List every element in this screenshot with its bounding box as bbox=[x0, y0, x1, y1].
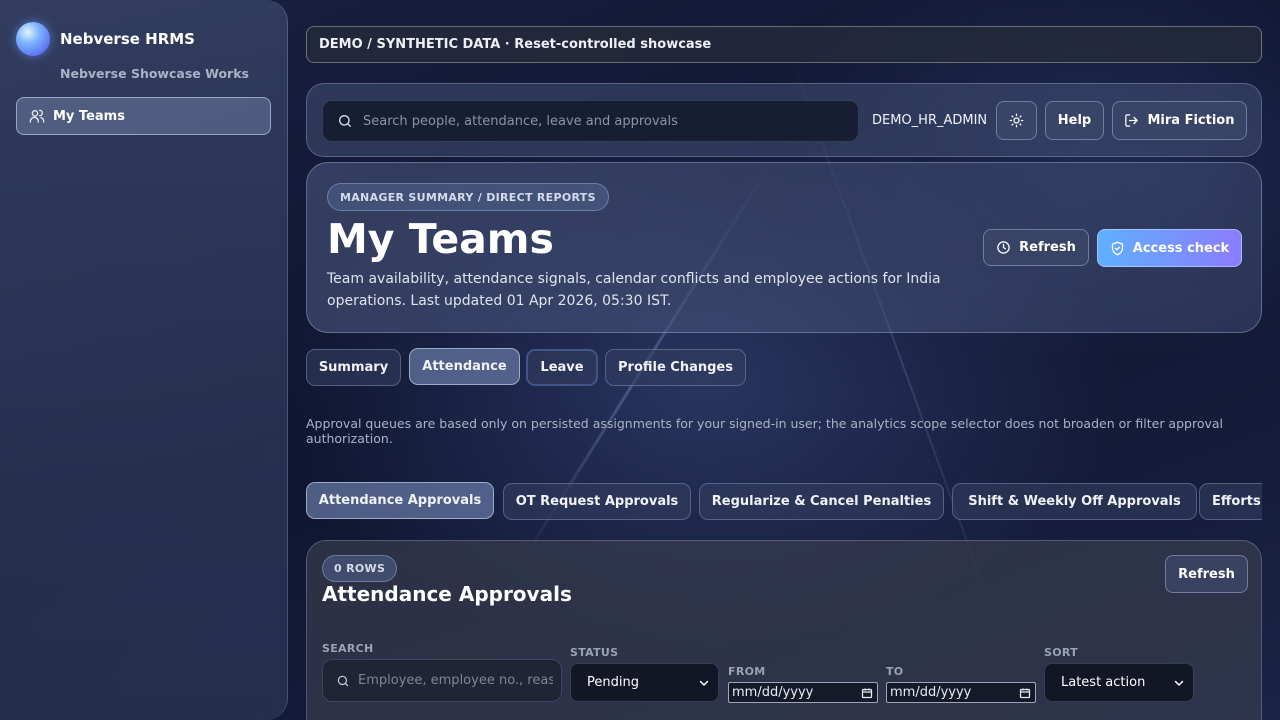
filter-from-label: FROM bbox=[728, 665, 766, 678]
panel-title: Attendance Approvals bbox=[322, 582, 572, 606]
subtab-efforts[interactable]: Efforts bbox=[1199, 483, 1262, 520]
chevron-down-icon bbox=[1174, 680, 1184, 686]
to-date-input[interactable]: mm/dd/yyyy bbox=[886, 682, 1036, 703]
users-icon bbox=[29, 109, 45, 123]
brand: Nebverse HRMS bbox=[16, 22, 195, 56]
page-header-card: MANAGER SUMMARY / DIRECT REPORTS My Team… bbox=[306, 162, 1262, 333]
sidebar-item-my-teams[interactable]: My Teams bbox=[16, 97, 271, 135]
status-select-value: Pending bbox=[587, 675, 639, 690]
calendar-icon bbox=[861, 688, 873, 699]
status-select[interactable]: Pending bbox=[570, 663, 719, 702]
user-name: Mira Fiction bbox=[1147, 113, 1235, 128]
subtab-shift-weekly-off-approvals[interactable]: Shift & Weekly Off Approvals bbox=[952, 483, 1197, 520]
subtab-attendance-approvals[interactable]: Attendance Approvals bbox=[306, 482, 494, 519]
tab-attendance[interactable]: Attendance bbox=[409, 348, 520, 385]
shield-check-icon bbox=[1111, 241, 1123, 255]
approval-subtabs: Attendance Approvals OT Request Approval… bbox=[306, 482, 1262, 522]
logout-icon bbox=[1125, 114, 1139, 127]
filter-to-label: TO bbox=[886, 665, 904, 678]
panel-refresh-button[interactable]: Refresh bbox=[1165, 555, 1248, 593]
from-date-input[interactable]: mm/dd/yyyy bbox=[728, 682, 878, 703]
filter-sort-label: SORT bbox=[1044, 646, 1078, 659]
to-date-value: mm/dd/yyyy bbox=[890, 685, 972, 700]
refresh-button-label: Refresh bbox=[1019, 240, 1076, 255]
page-title: My Teams bbox=[327, 215, 554, 263]
refresh-button[interactable]: Refresh bbox=[983, 229, 1089, 266]
user-role-label: DEMO_HR_ADMIN bbox=[872, 113, 988, 128]
search-icon bbox=[339, 115, 351, 127]
brand-name: Nebverse HRMS bbox=[60, 30, 195, 48]
from-date-value: mm/dd/yyyy bbox=[732, 685, 814, 700]
filter-search[interactable] bbox=[322, 659, 562, 702]
tab-profile-changes[interactable]: Profile Changes bbox=[605, 349, 746, 386]
search-icon bbox=[337, 675, 349, 686]
subtab-regularize-cancel-penalties[interactable]: Regularize & Cancel Penalties bbox=[699, 483, 944, 520]
theme-toggle-button[interactable] bbox=[996, 101, 1037, 140]
demo-banner-text: DEMO / SYNTHETIC DATA · Reset-controlled… bbox=[319, 37, 712, 52]
demo-banner: DEMO / SYNTHETIC DATA · Reset-controlled… bbox=[306, 26, 1262, 63]
filter-status-label: STATUS bbox=[570, 646, 619, 659]
top-bar: DEMO_HR_ADMIN Help Mira Fiction bbox=[306, 83, 1262, 157]
global-search[interactable] bbox=[322, 100, 859, 142]
filter-search-label: SEARCH bbox=[322, 642, 374, 655]
sort-select-value: Latest action bbox=[1061, 675, 1146, 690]
global-search-input[interactable] bbox=[363, 113, 843, 129]
help-button[interactable]: Help bbox=[1045, 101, 1104, 140]
sun-icon bbox=[1009, 113, 1024, 128]
page-description: Team availability, attendance signals, c… bbox=[327, 271, 941, 309]
sidebar: Nebverse HRMS Nebverse Showcase Works My… bbox=[0, 0, 288, 720]
chevron-down-icon bbox=[699, 680, 709, 686]
brand-subtitle: Nebverse Showcase Works bbox=[60, 66, 249, 81]
sort-select[interactable]: Latest action bbox=[1044, 663, 1194, 702]
row-count-badge: 0 ROWS bbox=[322, 555, 398, 582]
sidebar-item-label: My Teams bbox=[53, 108, 125, 124]
access-check-button[interactable]: Access check bbox=[1097, 229, 1242, 267]
tab-summary[interactable]: Summary bbox=[306, 349, 401, 386]
brand-logo-icon bbox=[16, 22, 50, 56]
filter-search-input[interactable] bbox=[358, 673, 553, 688]
clock-icon bbox=[997, 241, 1010, 254]
subtab-ot-request-approvals[interactable]: OT Request Approvals bbox=[503, 483, 691, 520]
calendar-icon bbox=[1019, 688, 1031, 699]
attendance-approvals-panel: 0 ROWS Attendance Approvals Refresh SEAR… bbox=[306, 540, 1262, 720]
section-chip: MANAGER SUMMARY / DIRECT REPORTS bbox=[327, 183, 609, 211]
tab-leave[interactable]: Leave bbox=[526, 349, 598, 386]
user-logout-button[interactable]: Mira Fiction bbox=[1112, 101, 1247, 140]
access-check-label: Access check bbox=[1132, 240, 1230, 256]
approval-scope-note: Approval queues are based only on persis… bbox=[306, 416, 1223, 446]
